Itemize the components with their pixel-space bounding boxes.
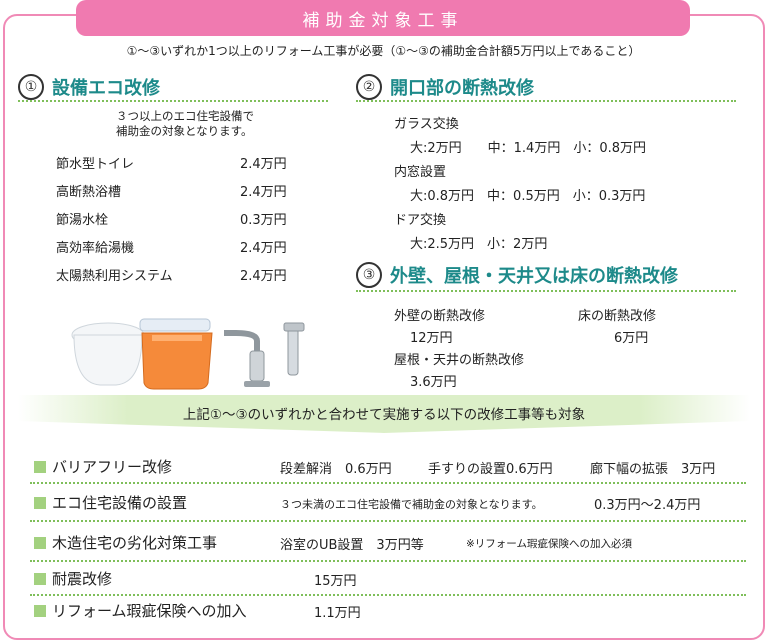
extra-value-1: ３つ未満のエコ住宅設備で補助金の対象となります。: [280, 498, 543, 511]
floor-value: 6万円: [614, 331, 649, 346]
bullet-square: [34, 605, 46, 617]
section2-number: ②: [356, 74, 382, 100]
row-divider: [30, 560, 746, 562]
additional-works-banner: 上記①〜③のいずれかと合わせて実施する以下の改修工事等も対象: [18, 395, 750, 433]
item-price-water-heater: 2.4万円: [240, 241, 287, 256]
section2-title: 開口部の断熱改修: [390, 78, 534, 99]
wall-value: 12万円: [410, 331, 453, 346]
equipment-illustration: [71, 318, 305, 390]
extra-value-1: 15万円: [314, 574, 357, 589]
item-name-solar: 太陽熱利用システム: [56, 269, 173, 284]
extra-label: バリアフリー改修: [52, 458, 173, 476]
bullet-square: [34, 573, 46, 585]
item-price-bathtub: 2.4万円: [240, 185, 287, 200]
door-label: ドア交換: [394, 213, 447, 228]
section3-heading: ③ 外壁、屋根・天井又は床の断熱改修: [356, 262, 678, 288]
item-name-faucet: 節湯水栓: [56, 213, 109, 228]
item-name-bathtub: 高断熱浴槽: [56, 185, 122, 200]
row-divider: [30, 594, 746, 596]
extra-value-2: 0.3万円〜2.4万円: [594, 498, 701, 513]
door-values: 大:2.5万円 小：2万円: [410, 237, 548, 252]
banner-text: 上記①〜③のいずれかと合わせて実施する以下の改修工事等も対象: [182, 407, 586, 423]
extra-label: 木造住宅の劣化対策工事: [52, 534, 218, 552]
glass-values: 大:2万円 中：1.4万円 小：0.8万円: [410, 141, 646, 156]
roof-label: 屋根・天井の断熱改修: [394, 353, 525, 368]
section1-title: 設備エコ改修: [52, 78, 160, 99]
floor-label: 床の断熱改修: [578, 309, 657, 324]
section1-note-line1: ３つ以上のエコ住宅設備で: [116, 109, 254, 123]
section1-heading: ① 設備エコ改修: [18, 74, 160, 100]
extra-row-barrier-free: バリアフリー改修 段差解消 0.6万円 手すりの設置0.6万円 廊下幅の拡張 3…: [34, 454, 746, 480]
extra-label: 耐震改修: [52, 570, 113, 588]
toilet-image: [71, 322, 145, 386]
top-note: ①〜③いずれか1つ以上のリフォーム工事が必要（①〜③の補助金合計額5万円以上であ…: [126, 44, 641, 58]
row-divider: [30, 482, 746, 484]
extra-row-insurance: リフォーム瑕疵保険への加入 1.1万円: [34, 598, 746, 624]
item-price-faucet: 0.3万円: [240, 213, 287, 228]
extra-value-3: 廊下幅の拡張 3万円: [590, 462, 716, 477]
extra-label: エコ住宅設備の設置: [52, 494, 188, 512]
section2-heading: ② 開口部の断熱改修: [356, 74, 534, 100]
extra-row-eco-equipment: エコ住宅設備の設置 ３つ未満のエコ住宅設備で補助金の対象となります。 0.3万円…: [34, 490, 746, 516]
extra-label: リフォーム瑕疵保険への加入: [52, 602, 247, 620]
wall-label: 外壁の断熱改修: [394, 309, 486, 324]
bullet-square: [34, 461, 46, 473]
bullet-square: [34, 497, 46, 509]
faucet-image: [224, 322, 305, 387]
inner-window-label: 内窓設置: [394, 165, 447, 180]
section3-underline: [356, 290, 736, 292]
inner-window-values: 大:0.8万円 中：0.5万円 小：0.3万円: [410, 189, 646, 204]
page-title: 補助金対象工事: [76, 0, 690, 36]
extra-value-1: 浴室のUB設置 3万円等: [280, 538, 424, 553]
item-name-water-heater: 高効率給湯機: [56, 241, 135, 256]
extra-row-wooden-house: 木造住宅の劣化対策工事 浴室のUB設置 3万円等 ※リフォーム瑕疵保険への加入必…: [34, 530, 746, 556]
section1-note-line2: 補助金の対象となります。: [116, 124, 253, 138]
extra-value-2: 手すりの設置0.6万円: [428, 462, 553, 477]
extra-value-1: 段差解消 0.6万円: [280, 462, 392, 477]
roof-value: 3.6万円: [410, 375, 457, 390]
bullet-square: [34, 537, 46, 549]
section2-underline: [356, 100, 736, 102]
extra-value-1: 1.1万円: [314, 606, 361, 621]
section3-number: ③: [356, 262, 382, 288]
glass-label: ガラス交換: [394, 117, 459, 132]
row-divider: [30, 520, 746, 522]
extra-row-seismic: 耐震改修 15万円: [34, 566, 746, 592]
section3-title: 外壁、屋根・天井又は床の断熱改修: [390, 266, 678, 287]
item-name-toilet: 節水型トイレ: [56, 157, 135, 172]
bathtub-image: [139, 318, 213, 390]
item-price-toilet: 2.4万円: [240, 157, 287, 172]
section1-number: ①: [18, 74, 44, 100]
item-price-solar: 2.4万円: [240, 269, 287, 284]
extra-value-2: ※リフォーム瑕疵保険への加入必須: [466, 538, 632, 550]
section1-underline: [18, 100, 328, 102]
